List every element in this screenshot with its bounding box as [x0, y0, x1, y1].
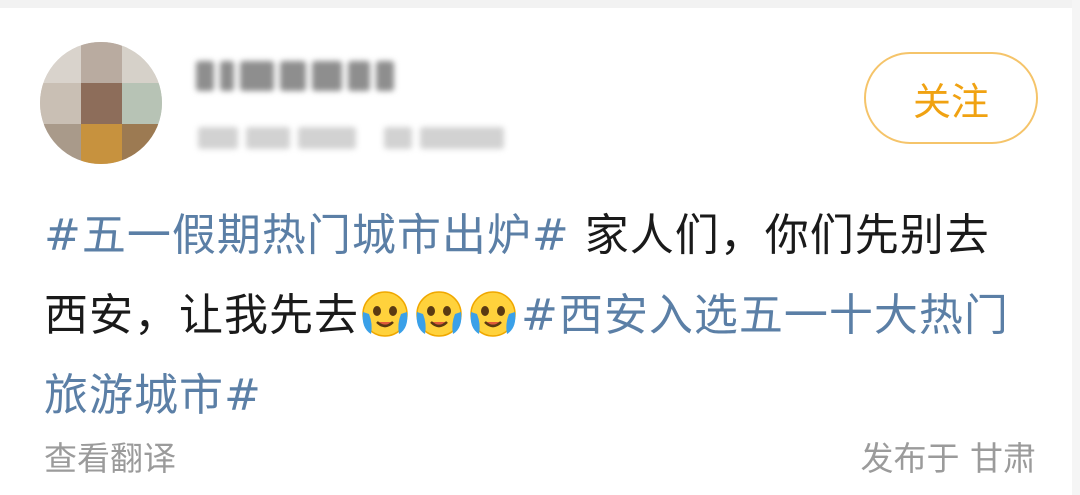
- crying-face-emoji-icon: [470, 291, 516, 337]
- weibo-post-card: 关注 #五一假期热门城市出炉# 家人们，你们先别去西安，让我先去 #西安入选五一…: [0, 0, 1080, 495]
- view-translation-link[interactable]: 查看翻译: [44, 432, 176, 480]
- top-divider: [0, 0, 1080, 8]
- author-name-blurred[interactable]: [196, 58, 396, 94]
- hashtag-link[interactable]: #五一假期热门城市出炉#: [44, 210, 570, 261]
- crying-face-emoji-icon: [416, 291, 462, 337]
- crying-face-emoji-icon: [362, 291, 408, 337]
- post-meta-blurred: [198, 124, 528, 152]
- post-body: #五一假期热门城市出炉# 家人们，你们先别去西安，让我先去 #西安入选五一十大热…: [44, 196, 1034, 436]
- post-location: 发布于 甘肃: [860, 439, 1037, 478]
- avatar[interactable]: [40, 42, 162, 164]
- scrollbar-track: [1072, 0, 1080, 495]
- follow-button[interactable]: 关注: [864, 52, 1038, 144]
